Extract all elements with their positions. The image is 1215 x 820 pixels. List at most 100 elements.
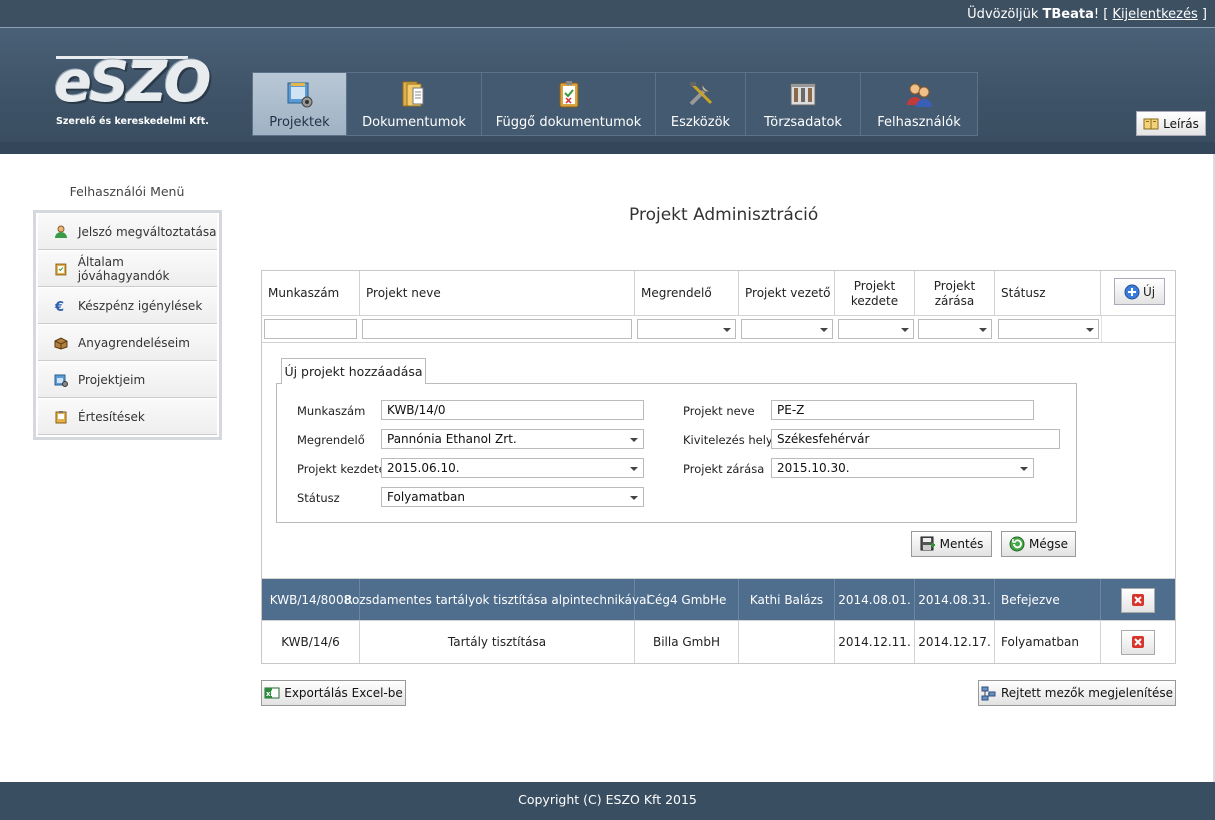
logout-link[interactable]: Kijelentkezés bbox=[1112, 7, 1197, 22]
col-projekt-zarasa[interactable]: Projekt zárása bbox=[915, 271, 995, 316]
col-munkaszam[interactable]: Munkaszám bbox=[262, 271, 360, 316]
approval-icon bbox=[55, 263, 67, 275]
cancel-button[interactable]: Mégse bbox=[1001, 531, 1076, 557]
side-item-label: Általam jóváhagyandók bbox=[77, 254, 170, 283]
chevron-down-icon bbox=[630, 467, 638, 471]
cancel-label: Mégse bbox=[1029, 537, 1068, 551]
col-projekt-vezeto[interactable]: Projekt vezető bbox=[739, 271, 835, 316]
nav-eszkozok[interactable]: Eszközök bbox=[656, 73, 746, 135]
side-item-ertesitesek[interactable]: Értesítések bbox=[38, 398, 217, 435]
filter-statusz[interactable] bbox=[998, 319, 1099, 339]
cell-projekt-vezeto: Kathi Balázs bbox=[739, 579, 835, 621]
documents-icon bbox=[402, 81, 424, 107]
filter-projekt-neve[interactable] bbox=[362, 319, 632, 339]
zarasa-date-field[interactable]: 2015.10.30. bbox=[771, 458, 1034, 478]
cell-megrendelo: Billa GmbH bbox=[635, 621, 739, 663]
col-label: Projekt bbox=[853, 278, 896, 293]
user-key-icon bbox=[55, 225, 67, 238]
cell-kezdete: 2014.08.01. bbox=[835, 579, 915, 621]
logo-subtitle: Szerelő és kereskedelmi Kft. bbox=[56, 116, 209, 127]
side-item-anyagrendelesek[interactable]: Anyagrendeléseim bbox=[38, 324, 217, 361]
nav-torzsadatok[interactable]: Törzsadatok bbox=[746, 73, 861, 135]
leiras-button[interactable]: Leírás bbox=[1136, 111, 1206, 136]
label-munkaszam: Munkaszám bbox=[297, 404, 366, 418]
top-bar: Üdvözöljük TBeata! [ Kijelentkezés ] bbox=[0, 0, 1215, 28]
export-label: Exportálás Excel-be bbox=[284, 686, 403, 700]
col-label: Projekt vezető bbox=[745, 286, 831, 300]
side-item-projektjeim[interactable]: Projektjeim bbox=[38, 361, 217, 398]
label-kivitelezes: Kivitelezés helye bbox=[683, 433, 780, 447]
col-label: Munkaszám bbox=[268, 286, 340, 300]
save-button[interactable]: Mentés bbox=[911, 531, 992, 557]
page-title: Projekt Adminisztráció bbox=[629, 205, 819, 225]
cell-zarasa: 2014.12.17. bbox=[915, 621, 995, 663]
new-project-button[interactable]: Új bbox=[1114, 278, 1165, 305]
filter-megrendelo[interactable] bbox=[637, 319, 736, 339]
delete-icon bbox=[1132, 594, 1144, 606]
side-menu: Jelszó megváltoztatása Általam jóváhagya… bbox=[33, 210, 222, 440]
new-project-editor: Új projekt hozzáadása Munkaszám KWB/14/0… bbox=[262, 342, 1175, 578]
side-item-label: Projektjeim bbox=[78, 372, 146, 387]
filter-kezdete[interactable] bbox=[838, 319, 914, 339]
table-row[interactable]: KWB/14/6 Tartály tisztítása Billa GmbH 2… bbox=[262, 620, 1175, 663]
master-data-icon bbox=[790, 83, 816, 106]
side-item-keszpenz[interactable]: € Készpénz igénylések bbox=[38, 287, 217, 324]
table-row[interactable]: KWB/14/8008 Rozsdamentes tartályok tiszt… bbox=[262, 578, 1175, 621]
new-project-form: Munkaszám KWB/14/0 Megrendelő Pannónia E… bbox=[276, 383, 1077, 523]
chevron-down-icon bbox=[630, 496, 638, 500]
cell-kezdete: 2014.12.11. bbox=[835, 621, 915, 663]
nav-label: Dokumentumok bbox=[362, 115, 466, 130]
col-statusz[interactable]: Státusz bbox=[995, 271, 1101, 316]
projekt-neve-field[interactable]: PE-Z bbox=[771, 400, 1034, 420]
nav-projektek[interactable]: Projektek bbox=[253, 73, 347, 135]
select-value: Folyamatban bbox=[387, 490, 465, 504]
statusz-select[interactable]: Folyamatban bbox=[381, 487, 644, 507]
show-hidden-fields-button[interactable]: Rejtett mezők megjelenítése bbox=[978, 680, 1176, 706]
nav-label: Törzsadatok bbox=[764, 115, 842, 130]
euro-icon: € bbox=[54, 300, 64, 313]
projects-icon bbox=[287, 82, 312, 108]
col-megrendelo[interactable]: Megrendelő bbox=[635, 271, 739, 316]
cell-munkaszam: KWB/14/6 bbox=[262, 621, 360, 663]
side-menu-title: Felhasználói Menü bbox=[69, 184, 185, 199]
kivitelezes-field[interactable]: Székesfehérvár bbox=[771, 429, 1060, 449]
cell-actions bbox=[1101, 579, 1175, 621]
nav-label: Eszközök bbox=[670, 115, 731, 130]
cell-projekt-vezeto bbox=[739, 621, 835, 663]
delete-button[interactable] bbox=[1121, 587, 1155, 613]
chevron-down-icon bbox=[979, 328, 987, 332]
tab-uj-projekt[interactable]: Új projekt hozzáadása bbox=[281, 358, 426, 384]
select-value: Pannónia Ethanol Zrt. bbox=[387, 432, 517, 446]
leiras-label: Leírás bbox=[1163, 116, 1199, 131]
nav-felhasznalok[interactable]: Felhasználók bbox=[861, 73, 977, 135]
eszo-logo[interactable]: eSZO Szerelő és kereskedelmi Kft. bbox=[54, 52, 212, 130]
delete-button[interactable] bbox=[1121, 629, 1155, 655]
filter-zarasa[interactable] bbox=[918, 319, 992, 339]
save-label: Mentés bbox=[939, 537, 984, 551]
username: TBeata bbox=[1042, 7, 1094, 22]
cell-actions bbox=[1101, 621, 1175, 663]
export-excel-button[interactable]: xls Exportálás Excel-be bbox=[261, 680, 406, 706]
col-projekt-kezdete[interactable]: Projekt kezdete bbox=[835, 271, 915, 316]
nav-dokumentumok[interactable]: Dokumentumok bbox=[347, 73, 482, 135]
nav-label: Felhasználók bbox=[877, 115, 961, 130]
undo-icon bbox=[1009, 536, 1025, 552]
kezdete-date-field[interactable]: 2015.06.10. bbox=[381, 458, 644, 478]
col-projekt-neve[interactable]: Projekt neve bbox=[360, 271, 635, 316]
side-item-label: Készpénz igénylések bbox=[78, 298, 203, 313]
nav-fuggo-dokumentumok[interactable]: Függő dokumentumok bbox=[482, 73, 656, 135]
side-item-jelszo[interactable]: Jelszó megváltoztatása bbox=[38, 213, 217, 250]
tools-icon bbox=[689, 82, 712, 106]
svg-text:€: € bbox=[54, 300, 64, 313]
munkaszam-field[interactable]: KWB/14/0 bbox=[381, 400, 644, 420]
filter-row bbox=[262, 316, 1175, 342]
megrendelo-select[interactable]: Pannónia Ethanol Zrt. bbox=[381, 429, 644, 449]
label-kezdete: Projekt kezdete bbox=[297, 462, 386, 476]
filter-munkaszam[interactable] bbox=[264, 319, 357, 339]
side-item-jovahagyandok[interactable]: Általam jóváhagyandók bbox=[38, 250, 217, 287]
label-zarasa: Projekt zárása bbox=[683, 462, 765, 476]
filter-projekt-vezeto[interactable] bbox=[741, 319, 833, 339]
welcome-text: Üdvözöljük TBeata! [ Kijelentkezés ] bbox=[967, 7, 1207, 22]
chevron-down-icon bbox=[723, 328, 731, 332]
columns-icon bbox=[981, 686, 996, 701]
